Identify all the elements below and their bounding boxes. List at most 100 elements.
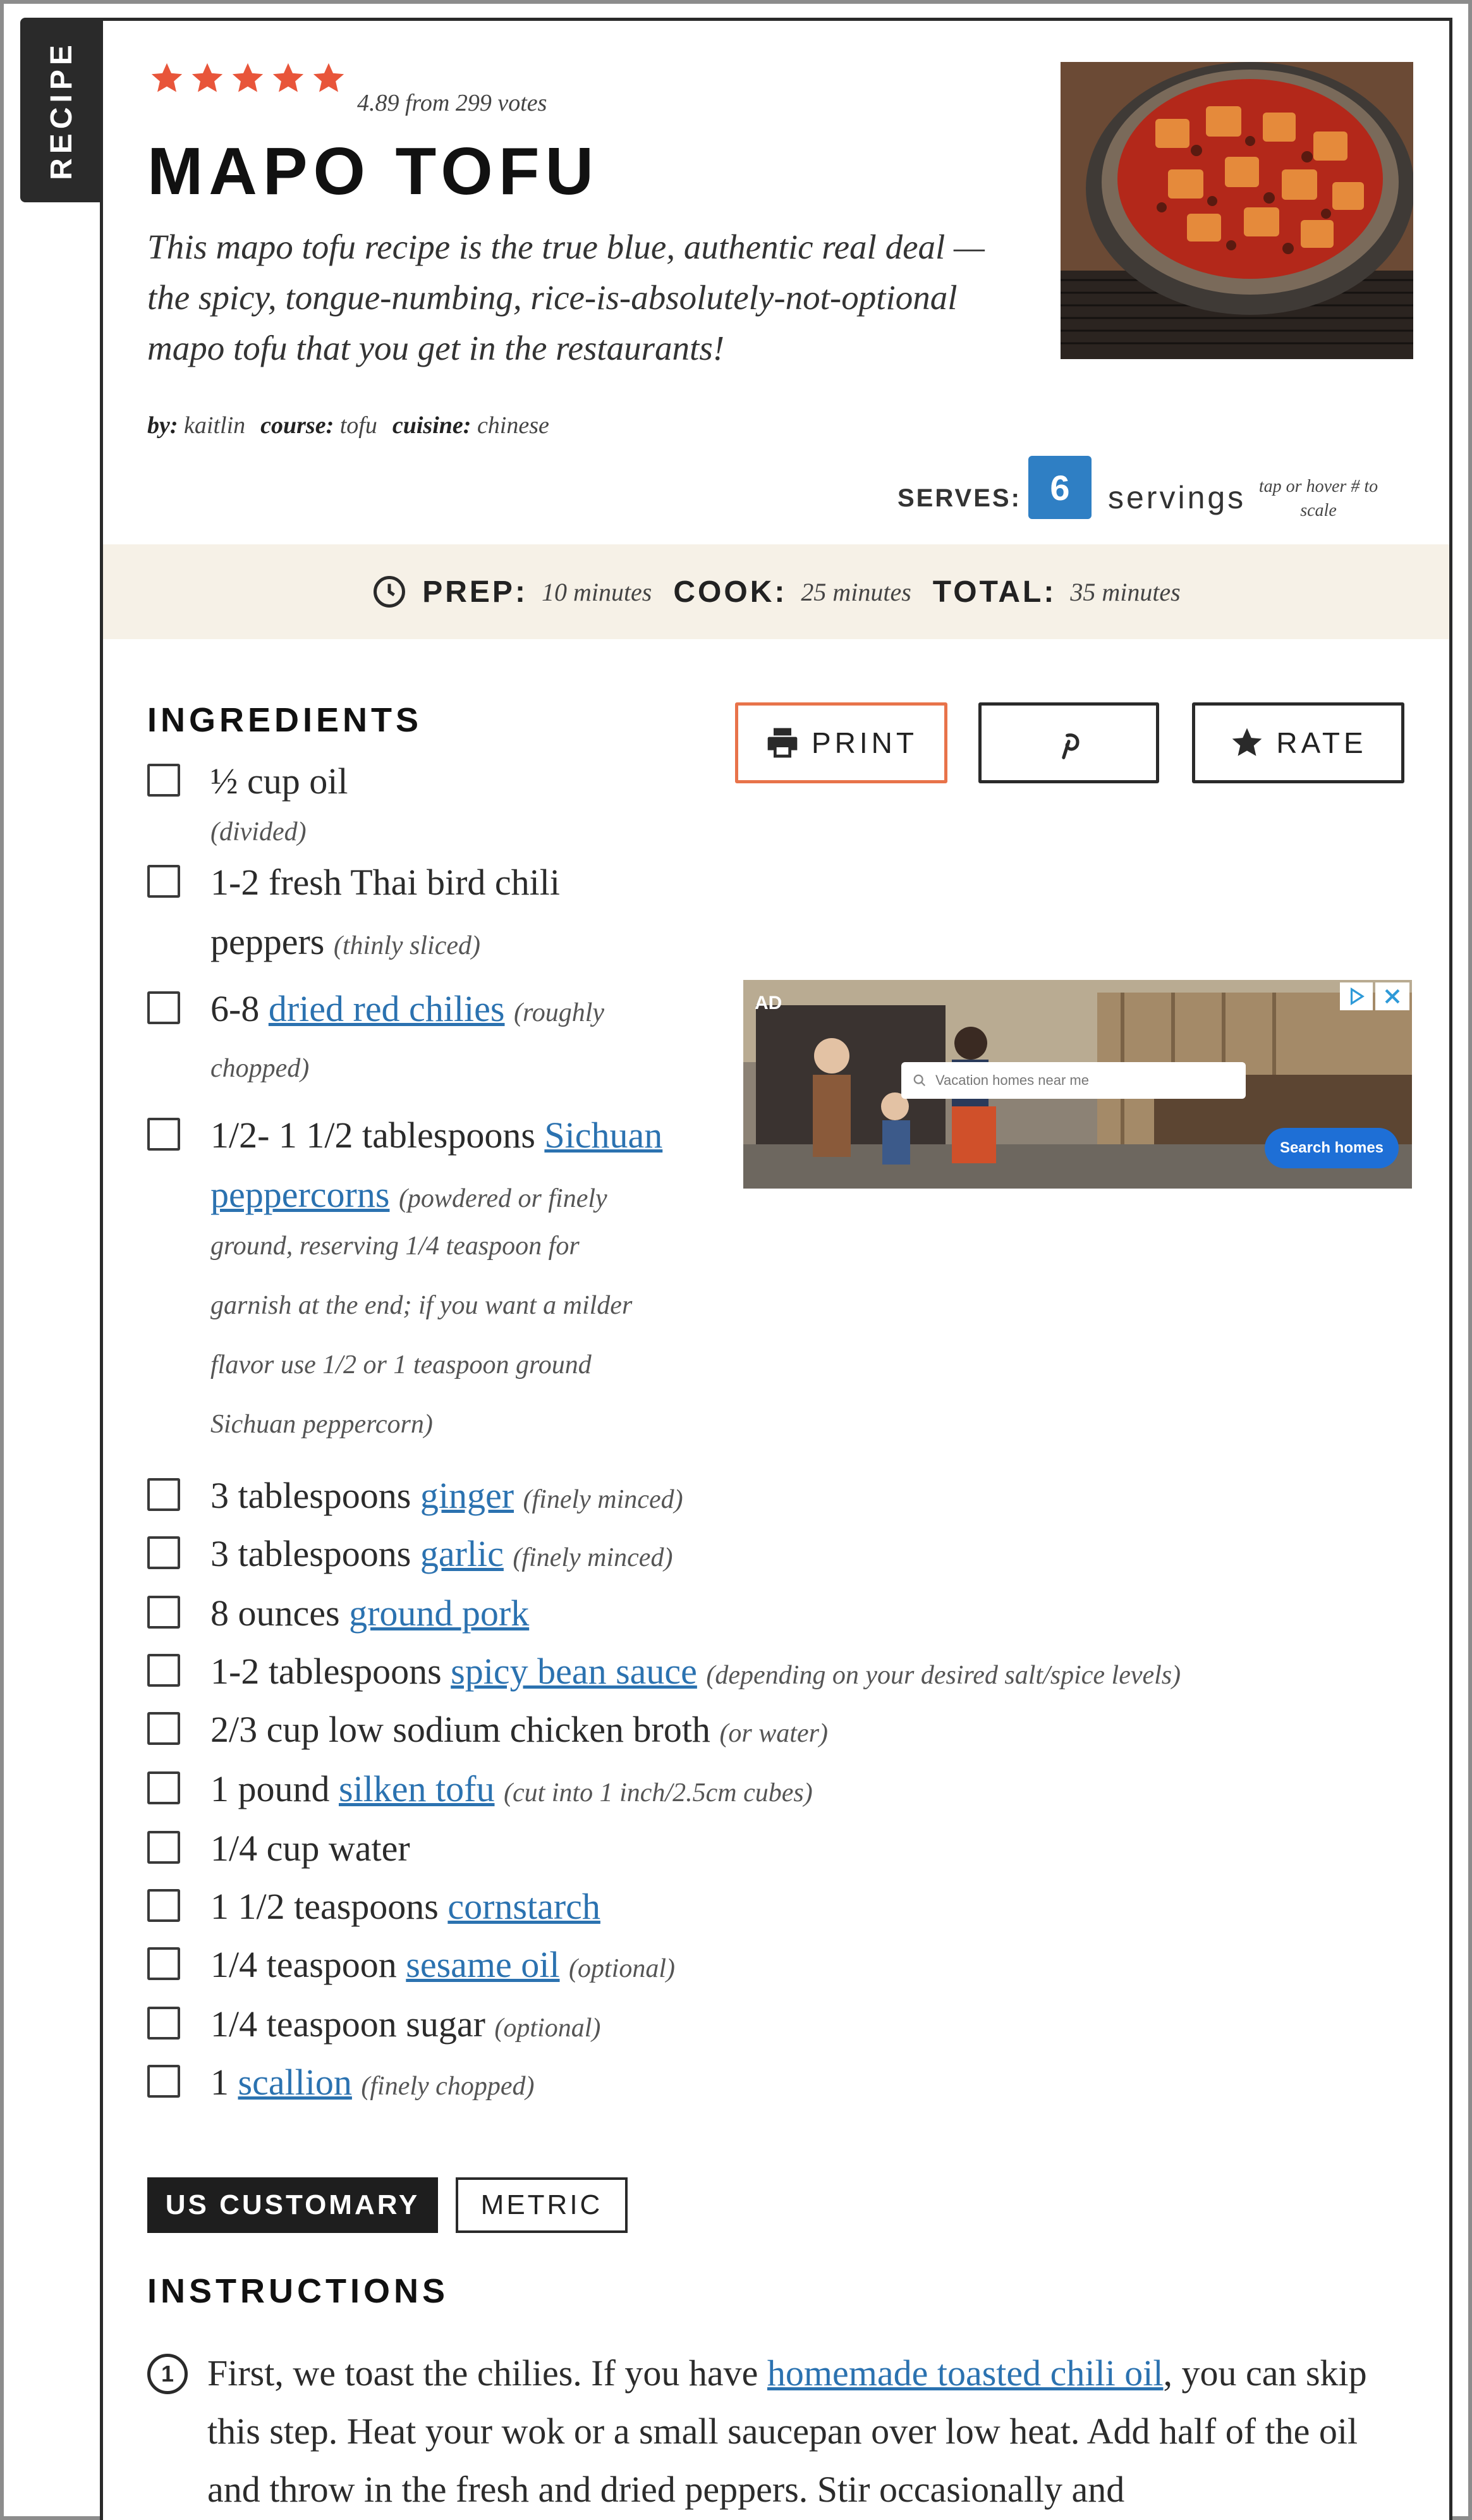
cook-label: COOK: bbox=[673, 575, 788, 609]
recipe-tab: RECIPE bbox=[20, 18, 102, 202]
ingredient-text: 1/4 cup water bbox=[210, 1828, 410, 1869]
ingredient-text: 3 tablespoons bbox=[210, 1533, 411, 1574]
prep-label: PREP: bbox=[422, 575, 528, 609]
ingredient-link[interactable]: garlic bbox=[420, 1533, 504, 1574]
ingredient-checkbox[interactable] bbox=[147, 2065, 180, 2098]
ingredient-note: chopped) bbox=[210, 1054, 310, 1083]
star-icon[interactable] bbox=[229, 60, 266, 97]
ingredient-text: 1/4 teaspoon sugar bbox=[210, 2003, 485, 2045]
step-number: 1 bbox=[147, 2354, 188, 2394]
star-icon[interactable] bbox=[149, 60, 185, 97]
search-icon bbox=[913, 1074, 926, 1087]
print-button[interactable]: PRINT bbox=[735, 702, 947, 783]
ingredients-heading: INGREDIENTS bbox=[147, 701, 423, 739]
ingredient-note: (divided) bbox=[210, 817, 307, 847]
pinterest-button[interactable] bbox=[978, 702, 1159, 783]
course-label: course: bbox=[260, 412, 334, 439]
recipe-meta: by: kaitlin course: tofu cuisine: chines… bbox=[147, 412, 549, 439]
ingredient-text: 2/3 cup low sodium chicken broth bbox=[210, 1709, 710, 1750]
rating-summary: 4.89 from 299 votes bbox=[357, 90, 547, 116]
ingredient-text: peppers bbox=[210, 921, 325, 962]
ingredient-checkbox[interactable] bbox=[147, 2007, 180, 2040]
star-icon[interactable] bbox=[310, 60, 347, 97]
total-value: 35 minutes bbox=[1070, 577, 1181, 606]
ingredient-checkbox[interactable] bbox=[147, 1478, 180, 1511]
instruction-step: First, we toast the chilies. If you have… bbox=[207, 2344, 1408, 2519]
star-icon[interactable] bbox=[189, 60, 226, 97]
ingredient-note: (or water) bbox=[719, 1719, 828, 1748]
servings-count[interactable]: 6 bbox=[1028, 456, 1092, 519]
ingredient-text: 8 ounces bbox=[210, 1593, 340, 1634]
ad-banner[interactable]: AD Vacation homes near me Search homes bbox=[743, 980, 1412, 1189]
ingredient-text: 1-2 tablespoons bbox=[210, 1651, 442, 1692]
recipe-photo bbox=[1061, 62, 1413, 359]
author-value: kaitlin bbox=[184, 412, 246, 439]
ingredient-note: (finely chopped) bbox=[361, 2072, 535, 2101]
ingredient-link[interactable]: dried red chilies bbox=[269, 988, 505, 1029]
ingredient-checkbox[interactable] bbox=[147, 991, 180, 1024]
ad-close-icon[interactable] bbox=[1375, 982, 1409, 1010]
ingredient-link[interactable]: ground pork bbox=[349, 1593, 529, 1634]
print-label: PRINT bbox=[812, 726, 918, 759]
ingredient-text: 1/2- 1 1/2 tablespoons bbox=[210, 1115, 535, 1156]
ingredient-link[interactable]: sesame oil bbox=[406, 1944, 559, 1985]
ingredient-note: (powdered or finely bbox=[398, 1184, 607, 1213]
recipe-card: 4.89 from 299 votes MAPO TOFU This mapo … bbox=[100, 18, 1452, 2520]
ingredient-text: 6-8 bbox=[210, 988, 260, 1029]
ad-search-homes-button[interactable]: Search homes bbox=[1265, 1128, 1399, 1168]
ingredient-note-line: garnish at the end; if you want a milder bbox=[210, 1291, 633, 1320]
ingredient-checkbox[interactable] bbox=[147, 1536, 180, 1569]
star-icon[interactable] bbox=[270, 60, 307, 97]
ingredient-link[interactable]: spicy bean sauce bbox=[451, 1651, 697, 1692]
ingredient-checkbox[interactable] bbox=[147, 1654, 180, 1687]
scale-hint: tap or hover # to scale bbox=[1258, 477, 1378, 520]
ingredient-note: (thinly sliced) bbox=[333, 931, 480, 960]
pinterest-icon bbox=[1062, 733, 1080, 759]
ingredient-text: 1 bbox=[210, 2062, 229, 2103]
ingredient-note: (optional) bbox=[494, 2014, 601, 2043]
ad-search-placeholder: Vacation homes near me bbox=[935, 1072, 1089, 1088]
ingredient-checkbox[interactable] bbox=[147, 1596, 180, 1629]
ingredient-checkbox[interactable] bbox=[147, 1831, 180, 1864]
star-rating[interactable] bbox=[149, 60, 347, 97]
ingredient-link[interactable]: silken tofu bbox=[339, 1768, 494, 1809]
ingredient-checkbox[interactable] bbox=[147, 1771, 180, 1804]
ad-search-input[interactable]: Vacation homes near me bbox=[901, 1062, 1246, 1099]
ingredient-link[interactable]: Sichuan bbox=[544, 1115, 662, 1156]
ad-choices-icon[interactable] bbox=[1340, 982, 1373, 1010]
ingredient-checkbox[interactable] bbox=[147, 865, 180, 898]
recipe-tab-label: RECIPE bbox=[44, 40, 78, 180]
instructions-heading: INSTRUCTIONS bbox=[147, 2272, 449, 2310]
chili-oil-link[interactable]: homemade toasted chili oil bbox=[767, 2352, 1164, 2394]
rate-button[interactable]: RATE bbox=[1192, 702, 1404, 783]
cuisine-value: chinese bbox=[477, 412, 549, 439]
ingredient-checkbox[interactable] bbox=[147, 1118, 180, 1151]
ingredient-text: 3 tablespoons bbox=[210, 1475, 411, 1516]
ingredient-link[interactable]: ginger bbox=[420, 1475, 514, 1516]
ingredient-checkbox[interactable] bbox=[147, 1947, 180, 1980]
ingredient-text: 1/4 teaspoon bbox=[210, 1944, 397, 1985]
ingredient-text: ½ cup oil bbox=[210, 761, 348, 802]
ingredient-checkbox[interactable] bbox=[147, 764, 180, 797]
prep-value: 10 minutes bbox=[541, 577, 652, 606]
author-label: by: bbox=[147, 412, 178, 439]
ingredient-text: 1 pound bbox=[210, 1768, 330, 1809]
ingredient-note: (cut into 1 inch/2.5cm cubes) bbox=[503, 1778, 813, 1807]
rate-label: RATE bbox=[1276, 726, 1367, 759]
ingredient-link[interactable]: cornstarch bbox=[447, 1886, 600, 1927]
course-value: tofu bbox=[339, 412, 377, 439]
total-label: TOTAL: bbox=[932, 575, 1057, 609]
ingredient-text: 1 1/2 teaspoons bbox=[210, 1886, 439, 1927]
serves-label: SERVES: bbox=[897, 484, 1021, 512]
recipe-description: This mapo tofu recipe is the true blue, … bbox=[147, 228, 985, 367]
ingredient-link[interactable]: peppercorns bbox=[210, 1174, 389, 1215]
ingredient-checkbox[interactable] bbox=[147, 1889, 180, 1922]
ingredient-note-line: ground, reserving 1/4 teaspoon for bbox=[210, 1232, 580, 1261]
ingredient-link[interactable]: scallion bbox=[238, 2062, 352, 2103]
ingredient-note: (finely minced) bbox=[513, 1543, 673, 1572]
ingredient-checkbox[interactable] bbox=[147, 1712, 180, 1745]
ingredient-note: (optional) bbox=[569, 1954, 675, 1983]
step-text: First, we toast the chilies. If you have bbox=[207, 2352, 758, 2394]
us-customary-button[interactable]: US CUSTOMARY bbox=[147, 2177, 438, 2233]
metric-button[interactable]: METRIC bbox=[456, 2177, 628, 2233]
